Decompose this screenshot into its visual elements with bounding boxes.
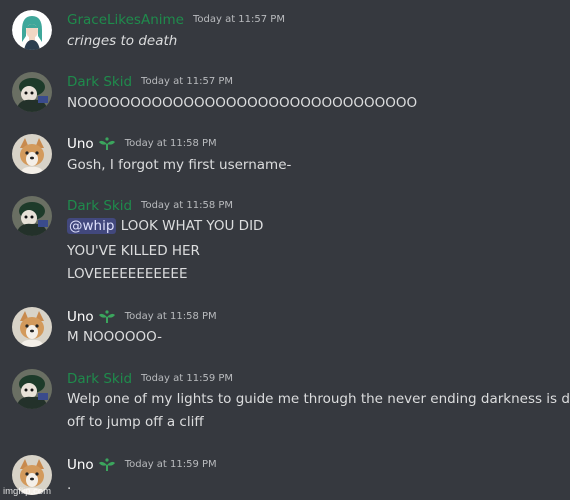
message-line: @whip LOOK WHAT YOU DID <box>67 216 263 236</box>
message-group: Dark Skid Today at 11:59 PM Welp one of … <box>0 369 570 435</box>
message-group: GraceLikesAnime Today at 11:57 PM cringe… <box>0 10 570 52</box>
username[interactable]: GraceLikesAnime <box>67 10 184 30</box>
username[interactable]: Dark Skid <box>67 72 132 92</box>
dark-skid-avatar-icon[interactable] <box>12 369 52 409</box>
username[interactable]: Dark Skid <box>67 369 132 389</box>
message-text: Welp one of my lights to guide me throug… <box>67 391 570 407</box>
chat-message-list: GraceLikesAnime Today at 11:57 PM cringe… <box>0 0 570 500</box>
sprout-icon <box>98 310 116 324</box>
username[interactable]: Uno <box>67 307 94 327</box>
message-header: Uno Today at 11:59 PM <box>67 455 217 475</box>
message-group: Uno Today at 11:59 PM . <box>0 455 570 497</box>
message-group: Dark Skid Today at 11:57 PM NOOOOOOOOOOO… <box>0 72 570 114</box>
message-text: off to jump off a cliff <box>67 414 204 430</box>
message-group: Uno Today at 11:58 PM M NOOOOOO- <box>0 307 570 349</box>
message-text: NOOOOOOOOOOOOOOOOOOOOOOOOOOOOOOOO <box>67 95 418 111</box>
message-header: Dark Skid Today at 11:57 PM <box>67 72 233 92</box>
timestamp[interactable]: Today at 11:57 PM <box>193 10 285 30</box>
message-header: Uno Today at 11:58 PM <box>67 307 217 327</box>
username[interactable]: Uno <box>67 134 94 154</box>
timestamp[interactable]: Today at 11:57 PM <box>141 72 233 92</box>
message-text: M NOOOOOO- <box>67 329 163 345</box>
dark-skid-avatar-icon[interactable] <box>12 196 52 236</box>
corgi-avatar-icon[interactable] <box>12 134 52 174</box>
dark-skid-avatar-icon[interactable] <box>12 72 52 112</box>
user-mention[interactable]: @whip <box>67 218 117 234</box>
username[interactable]: Dark Skid <box>67 196 132 216</box>
message-header: Dark Skid Today at 11:58 PM <box>67 196 233 216</box>
anime-girl-avatar-icon[interactable] <box>12 10 52 50</box>
message-text: LOOK WHAT YOU DID <box>120 218 264 234</box>
imgflip-watermark: imgflip.com <box>3 486 52 497</box>
message-header: Uno Today at 11:58 PM <box>67 134 217 154</box>
message-header: GraceLikesAnime Today at 11:57 PM <box>67 10 285 30</box>
timestamp[interactable]: Today at 11:58 PM <box>141 196 233 216</box>
message-header: Dark Skid Today at 11:59 PM <box>67 369 233 389</box>
timestamp[interactable]: Today at 11:59 PM <box>141 369 233 389</box>
timestamp[interactable]: Today at 11:58 PM <box>125 307 217 327</box>
message-text: cringes to death <box>67 33 178 49</box>
corgi-avatar-icon[interactable] <box>12 307 52 347</box>
message-text: LOVEEEEEEEEEEE <box>67 266 188 282</box>
message-text: Gosh, I forgot my first username- <box>67 157 292 173</box>
message-text: YOU'VE KILLED HER <box>67 243 200 259</box>
message-group: Uno Today at 11:58 PM Gosh, I forgot my … <box>0 134 570 176</box>
sprout-icon <box>98 458 116 472</box>
timestamp[interactable]: Today at 11:58 PM <box>125 134 217 154</box>
sprout-icon <box>98 137 116 151</box>
username[interactable]: Uno <box>67 455 94 475</box>
message-text: . <box>67 477 72 493</box>
timestamp[interactable]: Today at 11:59 PM <box>125 455 217 475</box>
message-group: Dark Skid Today at 11:58 PM @whip LOOK W… <box>0 196 570 286</box>
